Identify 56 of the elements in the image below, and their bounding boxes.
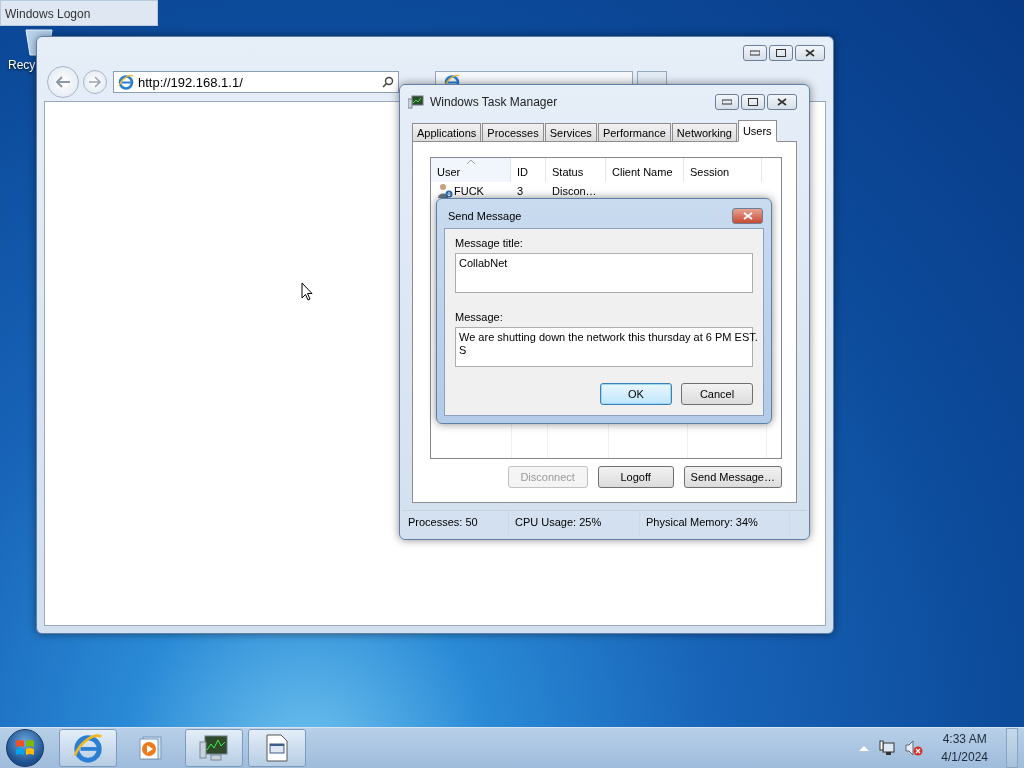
desktop-icon-label[interactable]: Recy	[8, 58, 36, 72]
start-button[interactable]	[6, 729, 44, 767]
maximize-button[interactable]	[769, 45, 793, 61]
input-field[interactable]: CollabNet	[455, 253, 753, 293]
maximize-button[interactable]	[741, 94, 765, 110]
media-player-icon	[138, 735, 164, 761]
close-icon	[805, 49, 815, 57]
muted-speaker-icon[interactable]	[905, 740, 924, 756]
tab[interactable]: Users	[737, 120, 777, 142]
clock-time[interactable]: 4:33 AM	[942, 732, 987, 746]
user-icon	[437, 183, 453, 199]
address-bar[interactable]: http://192.168.1.1/	[113, 71, 399, 93]
minimize-icon	[722, 99, 732, 105]
monitor-icon	[199, 734, 229, 762]
back-button[interactable]	[47, 66, 79, 98]
dialog-title: Send Message	[448, 209, 522, 222]
close-icon	[777, 98, 787, 106]
tab[interactable]: Processes	[482, 123, 544, 142]
minimize-button[interactable]	[715, 94, 739, 110]
network-icon[interactable]	[879, 740, 896, 756]
clock-date[interactable]: 4/1/2024	[941, 750, 988, 764]
dialog-button[interactable]: Send Message…	[683, 466, 782, 488]
close-button[interactable]	[795, 45, 825, 61]
taskbar-button[interactable]	[59, 729, 117, 767]
close-button[interactable]	[767, 94, 797, 110]
maximize-icon	[748, 98, 758, 106]
document-icon	[265, 734, 289, 762]
dialog-button[interactable]: Logoff	[597, 466, 674, 488]
back-arrow-icon	[54, 75, 72, 89]
table-cell: 3	[517, 185, 524, 197]
dialog-button[interactable]: Cancel	[681, 383, 753, 405]
field-label: Message title:	[455, 237, 524, 249]
table-cell: Discon…	[552, 185, 597, 197]
monitor-icon	[408, 95, 424, 109]
field-label: Message:	[455, 311, 504, 323]
window-title[interactable]: Windows Logon	[0, 0, 158, 26]
close-icon	[742, 211, 753, 220]
windows-flag-icon	[15, 739, 35, 757]
window-title: Windows Task Manager	[430, 95, 558, 109]
taskbar-button[interactable]	[185, 729, 243, 767]
dialog-button[interactable]: OK	[600, 383, 672, 405]
column-header[interactable]: User	[431, 158, 511, 182]
tab[interactable]: Performance	[597, 123, 671, 142]
tab[interactable]: Networking	[671, 123, 737, 142]
minimize-icon	[750, 50, 760, 56]
status-text: Physical Memory: 34%	[640, 511, 790, 535]
status-text: Processes: 50	[402, 511, 509, 535]
status-text: CPU Usage: 25%	[509, 511, 640, 535]
minimize-button[interactable]	[743, 45, 767, 61]
mouse-cursor-icon	[301, 282, 313, 301]
forward-arrow-icon	[88, 76, 102, 88]
search-icon[interactable]	[382, 76, 394, 88]
tab[interactable]: Services	[544, 123, 597, 142]
table-cell: FUCK	[454, 185, 484, 197]
tab[interactable]: Applications	[412, 123, 482, 142]
maximize-icon	[776, 49, 786, 57]
